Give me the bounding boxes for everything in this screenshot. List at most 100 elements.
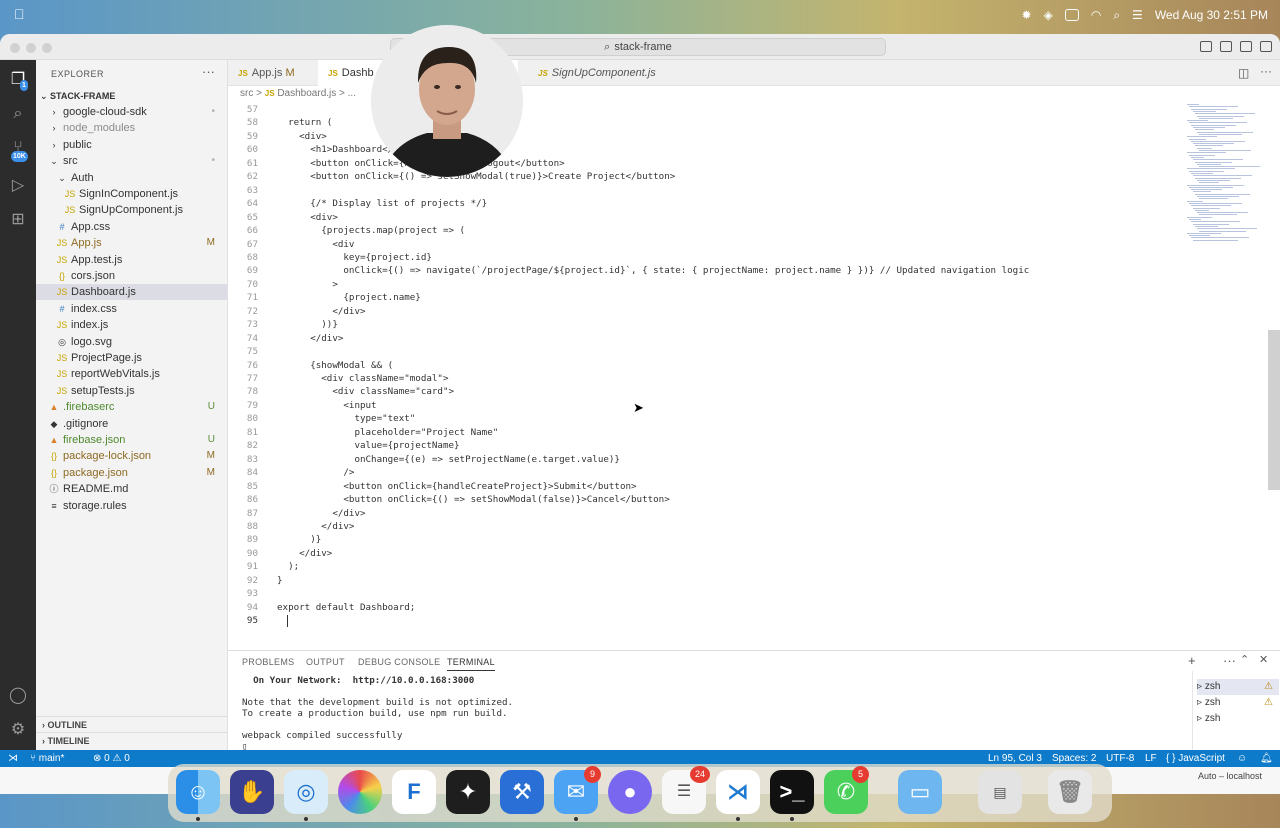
file-tree-item[interactable]: › node_modules	[36, 120, 227, 136]
terminal-instance[interactable]: ▹ zsh ⚠	[1197, 679, 1279, 695]
file-tree-item[interactable]: ◆ .gitignore	[36, 416, 227, 432]
terminal-instance[interactable]: ▹ zsh ⚠	[1197, 695, 1279, 711]
file-tree-item[interactable]: {} package.json M	[36, 465, 227, 481]
minimap-line	[1197, 179, 1230, 181]
file-tree-item[interactable]: › public	[36, 137, 227, 153]
zoom-window-button[interactable]	[42, 43, 52, 53]
file-tree-item[interactable]: JS Dashboard.js	[36, 284, 227, 301]
tab-terminal[interactable]: TERMINAL	[447, 657, 495, 671]
file-tree-item[interactable]: ▲ firebase.json U	[36, 432, 227, 448]
file-tree-item[interactable]: ▲ .firebaserc U	[36, 399, 227, 415]
language-mode[interactable]: { } JavaScript	[1166, 750, 1225, 767]
tab-output[interactable]: OUTPUT	[306, 657, 345, 667]
encoding[interactable]: UTF-8	[1106, 750, 1134, 767]
battery-icon[interactable]	[1064, 9, 1079, 21]
tab-signup-component-js[interactable]: JS SignUpComponent.js	[528, 60, 678, 86]
account-icon[interactable]: ◯	[8, 686, 28, 706]
xcode-icon[interactable]: ⚒	[500, 770, 544, 814]
tab-app-js[interactable]: JS App.js M	[228, 60, 318, 86]
close-panel-icon[interactable]: ✕	[1259, 653, 1268, 666]
breadcrumb-src[interactable]: src	[240, 88, 253, 99]
framer-icon[interactable]: F	[392, 770, 436, 814]
split-editor-icon[interactable]: ◫	[1238, 66, 1249, 80]
control-center-icon[interactable]: ☰	[1132, 8, 1143, 22]
figma-icon[interactable]: ✦	[446, 770, 490, 814]
menubar-clock[interactable]: Wed Aug 30 2:51 PM	[1155, 8, 1268, 22]
search-icon[interactable]: ⌕	[8, 104, 28, 124]
more-actions-icon[interactable]: ···	[1260, 64, 1272, 78]
window-scrollbar[interactable]	[1268, 330, 1280, 490]
wifi-icon[interactable]: ◠	[1091, 8, 1101, 22]
git-branch[interactable]: ⑂ main*	[30, 750, 64, 767]
file-tree-item[interactable]: ⌄ src •	[36, 153, 227, 169]
color-picker-icon[interactable]	[338, 770, 382, 814]
file-tree-item[interactable]: › google-cloud-sdk •	[36, 104, 227, 120]
vscode-icon[interactable]: ⋊	[716, 770, 760, 814]
file-tree-item[interactable]: {} cors.json	[36, 268, 227, 284]
settings-gear-icon[interactable]: ⚙	[8, 720, 28, 740]
apple-icon[interactable]: 	[14, 6, 25, 22]
safari-icon[interactable]: ◎	[284, 770, 328, 814]
file-type-icon: {}	[58, 271, 65, 281]
file-tree-item[interactable]: JS SignUpComponent.js	[36, 202, 227, 218]
toggle-secondary-sidebar-icon[interactable]	[1240, 41, 1252, 52]
terminal-icon[interactable]: >_	[770, 770, 814, 814]
file-tree-label: logo.svg	[71, 335, 112, 348]
file-tree-item[interactable]: JS ProjectPage.js	[36, 350, 227, 366]
code-line: </div>	[277, 547, 333, 559]
file-tree-item[interactable]: # App.css	[36, 219, 227, 235]
notifications-icon[interactable]: 🔔︎	[1260, 750, 1273, 767]
workspace-root[interactable]: ⌄ STACK-FRAME	[36, 88, 227, 104]
terminal-instance[interactable]: ▹ zsh	[1197, 711, 1279, 727]
explorer-more-button[interactable]: ···	[202, 64, 215, 79]
extensions-icon[interactable]: ⊞	[8, 210, 28, 230]
feedback-icon[interactable]: ☺	[1237, 750, 1247, 767]
file-tree-item[interactable]: ≡ storage.rules	[36, 498, 227, 514]
timeline-section[interactable]: › TIMELINE	[36, 732, 227, 748]
brightness-icon[interactable]: ✹	[1022, 8, 1032, 22]
minimap-line	[1193, 159, 1243, 161]
minimize-window-button[interactable]	[26, 43, 36, 53]
file-tree-item[interactable]: # index.css	[36, 301, 227, 317]
remote-icon[interactable]: ⋊	[8, 750, 18, 767]
file-tree-item[interactable]: {} package-lock.json M	[36, 448, 227, 464]
file-tree-item[interactable]: ⌄ Auth	[36, 170, 227, 186]
breadcrumb-symbol[interactable]: ...	[348, 88, 356, 99]
run-debug-icon[interactable]: ▷	[8, 176, 28, 196]
file-tree-item[interactable]: JS setupTests.js	[36, 383, 227, 399]
maximize-panel-icon[interactable]: ⌃	[1240, 653, 1249, 666]
file-tree-item[interactable]: JS SignInComponent.js	[36, 186, 227, 202]
hand-tool-app-icon[interactable]: ✋	[230, 770, 274, 814]
end-of-line[interactable]: LF	[1145, 750, 1157, 767]
breadcrumb-file[interactable]: Dashboard.js	[277, 88, 336, 99]
code-line: <div>	[277, 211, 338, 223]
file-tree-item[interactable]: JS index.js	[36, 317, 227, 333]
browser-profile[interactable]: Auto – localhost	[1198, 771, 1262, 781]
problems-count[interactable]: ⊗ 0 ⚠ 0	[93, 750, 130, 767]
code-editor[interactable]: 57 58 return (59 <div> 60 <h1>Dashboard</h…	[228, 104, 1178, 650]
file-tree-item[interactable]: ⓘ README.md	[36, 481, 227, 497]
search-icon[interactable]: ⌕	[1113, 8, 1120, 23]
new-terminal-icon[interactable]: +	[1188, 653, 1196, 668]
tab-problems[interactable]: PROBLEMS	[242, 657, 294, 667]
tab-debug-console[interactable]: DEBUG CONSOLE	[358, 657, 440, 667]
toggle-sidebar-icon[interactable]	[1200, 41, 1212, 52]
line-number: 66	[246, 225, 258, 237]
file-tree-item[interactable]: ◎ logo.svg	[36, 334, 227, 350]
file-tree-item[interactable]: JS reportWebVitals.js	[36, 366, 227, 382]
customize-layout-icon[interactable]	[1260, 41, 1272, 52]
loom-icon[interactable]: ●	[608, 770, 652, 814]
file-tree-item[interactable]: JS App.js M	[36, 235, 227, 251]
recent-window-thumbnail[interactable]: ▤	[978, 770, 1022, 814]
close-window-button[interactable]	[10, 43, 20, 53]
more-actions-icon[interactable]: ···	[1223, 653, 1236, 668]
outline-section[interactable]: › OUTLINE	[36, 716, 227, 732]
minimap[interactable]	[1183, 104, 1263, 254]
finder-icon[interactable]: ☺	[176, 770, 220, 814]
toggle-panel-icon[interactable]	[1220, 41, 1232, 52]
file-tree-item[interactable]: JS App.test.js	[36, 252, 227, 268]
folder-icon[interactable]: ▭	[898, 770, 942, 814]
layers-icon[interactable]: ◈	[1044, 8, 1053, 22]
terminal-output[interactable]: On Your Network: http://10.0.0.168:3000 …	[242, 675, 1182, 752]
trash-icon[interactable]: 🗑︎	[1048, 770, 1092, 814]
